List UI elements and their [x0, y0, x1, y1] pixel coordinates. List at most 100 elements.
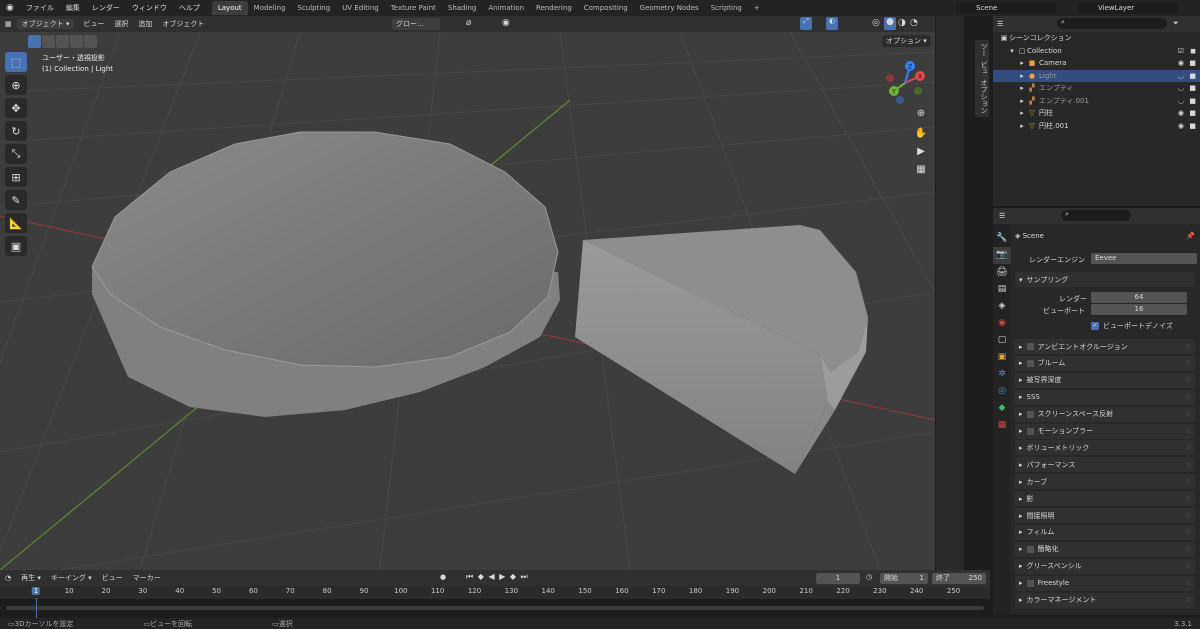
drag-handle-icon[interactable]: ⁞⁞: [1187, 528, 1191, 536]
panel-checkbox[interactable]: [1026, 343, 1034, 350]
visibility-eye-icon[interactable]: ◡: [1178, 84, 1184, 92]
camera-view-icon[interactable]: ▶: [914, 146, 928, 160]
menu-marker[interactable]: マーカー: [128, 573, 166, 583]
tab-shading[interactable]: Shading: [442, 1, 482, 15]
select-extend-icon[interactable]: [42, 35, 55, 48]
panel-collapsed[interactable]: ▸ Freestyle ⁞⁞: [1015, 575, 1195, 591]
panel-collapsed[interactable]: ▸ 間接照明 ⁞⁞: [1015, 508, 1195, 523]
render-camera-icon[interactable]: ■: [1189, 122, 1196, 130]
zoom-icon[interactable]: ⊕: [914, 108, 928, 122]
panel-collapsed[interactable]: ▸ カーブ ⁞⁞: [1015, 474, 1195, 490]
drag-handle-icon[interactable]: ⁞⁞: [1187, 478, 1191, 486]
outliner-search-input[interactable]: ⌕: [1057, 18, 1167, 29]
scale-icon[interactable]: ⤡: [5, 144, 27, 164]
panel-checkbox[interactable]: [1026, 410, 1034, 418]
drag-handle-icon[interactable]: ⁞⁞: [1187, 359, 1191, 367]
tab-scripting[interactable]: Scripting: [705, 1, 748, 15]
panel-collapsed[interactable]: ▸ グリースペンシル ⁞⁞: [1015, 558, 1195, 574]
drag-handle-icon[interactable]: ⁞⁞: [1187, 596, 1191, 604]
scene-collection-row[interactable]: ▣ シーンコレクション: [993, 32, 1200, 45]
drag-handle-icon[interactable]: ⁞⁞: [1187, 410, 1191, 418]
expand-icon[interactable]: ▸: [1017, 122, 1027, 130]
panel-sampling[interactable]: ▾ サンプリング: [1015, 272, 1195, 287]
panel-collapsed[interactable]: ▸ パフォーマンス ⁞⁞: [1015, 457, 1195, 473]
drag-handle-icon[interactable]: ⁞⁞: [1187, 343, 1191, 351]
outliner-item[interactable]: ▸ ▞ エンプティ ◡ ■: [993, 82, 1200, 95]
tab-rendering[interactable]: Rendering: [530, 1, 578, 15]
move-icon[interactable]: ✥: [5, 98, 27, 118]
drag-handle-icon[interactable]: ⁞⁞: [1187, 376, 1191, 384]
transform-icon[interactable]: ⊞: [5, 167, 27, 187]
outliner-item[interactable]: ▸ ■ Camera ◉ ■: [993, 57, 1200, 70]
shading-solid-icon[interactable]: ●: [884, 17, 896, 30]
panel-collapsed[interactable]: ▸ モーションブラー ⁞⁞: [1015, 423, 1195, 439]
properties-search-input[interactable]: ⌕: [1061, 210, 1131, 221]
tab-compositing[interactable]: Compositing: [578, 1, 634, 15]
end-frame-field[interactable]: 終了 250: [932, 573, 986, 584]
scene-selector[interactable]: Scene: [956, 2, 1056, 14]
panel-collapsed[interactable]: ▸ カラーマネージメント ⁞⁞: [1015, 592, 1195, 608]
pan-hand-icon[interactable]: ✋: [914, 128, 928, 142]
drag-handle-icon[interactable]: ⁞⁞: [1187, 562, 1191, 570]
drag-handle-icon[interactable]: ⁞⁞: [1187, 444, 1191, 452]
orientation-selector[interactable]: グロー...: [392, 18, 440, 30]
menu-edit[interactable]: 編集: [60, 3, 86, 13]
menu-render[interactable]: レンダー: [86, 3, 126, 13]
menu-keying[interactable]: キーイング ▾: [46, 573, 97, 583]
perspective-grid-icon[interactable]: ▦: [914, 164, 928, 178]
menu-select[interactable]: 選択: [109, 19, 133, 29]
tab-sculpting[interactable]: Sculpting: [292, 1, 337, 15]
cylinder-object[interactable]: [91, 131, 560, 417]
navigation-gizmo[interactable]: X Y Z: [880, 58, 930, 108]
outliner-item[interactable]: ▸ ▽ 円柱.001 ◉ ■: [993, 120, 1200, 133]
start-frame-field[interactable]: 開始 1: [880, 573, 928, 584]
outliner-type-icon[interactable]: ☰: [997, 20, 1003, 28]
drag-handle-icon[interactable]: ⁞⁞: [1187, 512, 1191, 520]
checkbox-icon[interactable]: ☑: [1178, 47, 1184, 55]
visibility-eye-icon[interactable]: ◉: [1178, 109, 1184, 117]
physics-props-icon[interactable]: ◎: [993, 383, 1011, 400]
select-box-icon[interactable]: ⬚: [5, 52, 27, 72]
panel-collapsed[interactable]: ▸ 影 ⁞⁞: [1015, 491, 1195, 507]
scene-props-icon[interactable]: ◈: [993, 298, 1011, 315]
render-camera-icon[interactable]: ■: [1189, 97, 1196, 105]
menu-playback[interactable]: 再生 ▾: [16, 573, 46, 583]
object-props-icon[interactable]: ▣: [993, 349, 1011, 366]
texture-props-icon[interactable]: ▦: [993, 417, 1011, 434]
render-camera-icon[interactable]: ■: [1189, 109, 1196, 117]
denoise-checkbox[interactable]: ✓: [1091, 322, 1099, 330]
panel-checkbox[interactable]: [1026, 579, 1034, 587]
menu-timeline-view[interactable]: ビュー: [97, 573, 128, 583]
expand-icon[interactable]: ▾: [1007, 47, 1017, 55]
filter-icon[interactable]: ⏷: [1173, 19, 1179, 28]
panel-collapsed[interactable]: ▸ 簡略化 ⁞⁞: [1015, 541, 1195, 557]
tab-uv-editing[interactable]: UV Editing: [336, 1, 385, 15]
menu-add[interactable]: 追加: [133, 19, 157, 29]
panel-collapsed[interactable]: ▸ ブルーム ⁞⁞: [1015, 355, 1195, 371]
outliner-item[interactable]: ▸ ▽ 円柱 ◉ ■: [993, 107, 1200, 120]
tab-options[interactable]: オプション: [975, 76, 989, 117]
3d-viewport[interactable]: ユーザー・透視投影 (1) Collection | Light オプション ▾…: [0, 32, 935, 570]
current-frame-field[interactable]: 1: [816, 573, 860, 584]
gizmo-toggle-icon[interactable]: ⤢: [800, 17, 812, 30]
drag-handle-icon[interactable]: ⁞⁞: [1187, 579, 1191, 587]
collection-props-icon[interactable]: ▢: [993, 332, 1011, 349]
menu-object[interactable]: オブジェクト: [157, 19, 209, 29]
expand-icon[interactable]: ▸: [1017, 84, 1027, 92]
shading-material-icon[interactable]: ◑: [898, 18, 906, 28]
options-button[interactable]: オプション ▾: [882, 35, 931, 47]
view-layer-props-icon[interactable]: ▤: [993, 281, 1011, 298]
frame-ruler[interactable]: 1 10 20 30 40 50 60 70 80 90 100 110 120 130 140 150 160…: [0, 586, 990, 599]
shading-rendered-icon[interactable]: ◔: [910, 18, 918, 28]
visibility-eye-icon[interactable]: ◉: [1178, 59, 1184, 67]
timeline-editor-icon[interactable]: ◔: [0, 574, 16, 582]
drag-handle-icon[interactable]: ⁞⁞: [1187, 495, 1191, 503]
properties-type-icon[interactable]: ☰: [999, 212, 1005, 220]
add-cube-icon[interactable]: ▣: [5, 236, 27, 256]
render-camera-icon[interactable]: ■: [1189, 72, 1196, 80]
render-props-icon[interactable]: 📷: [993, 247, 1011, 264]
menu-window[interactable]: ウィンドウ: [126, 3, 173, 13]
playback-controls[interactable]: ⏮ ◆ ◀ ▶ ◆ ⏭: [466, 572, 529, 582]
select-new-icon[interactable]: [28, 35, 41, 48]
panel-collapsed[interactable]: ▸ SSS ⁞⁞: [1015, 389, 1195, 405]
